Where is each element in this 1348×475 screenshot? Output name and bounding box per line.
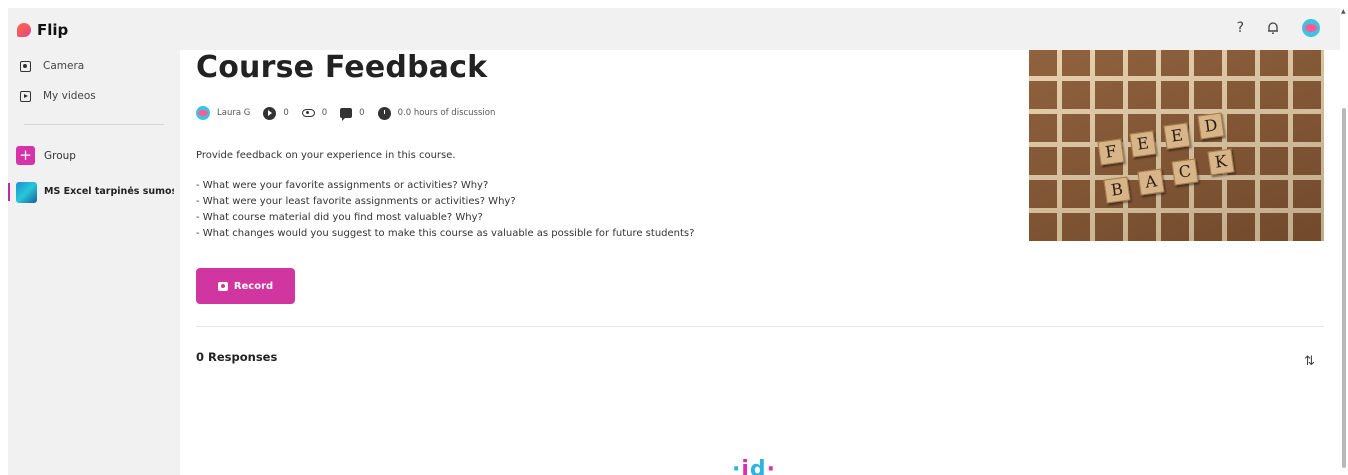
eye-icon (301, 109, 315, 117)
sidebar-divider (24, 124, 164, 125)
comment-icon (340, 108, 353, 121)
sidebar-item-label: My videos (43, 90, 96, 102)
group-thumbnail (16, 182, 37, 203)
sidebar-item-camera[interactable]: Camera (20, 60, 84, 72)
description-spacer (196, 164, 694, 178)
topic-cover-image: F E E D B A C K (1029, 50, 1324, 241)
group-name: MS Excel tarpinės sumos ... (44, 186, 174, 197)
description-line: - What were your favorite assignments or… (196, 180, 489, 191)
empty-state-illustration: ·id· (732, 457, 777, 475)
flip-logo[interactable]: Flip (17, 21, 68, 39)
clock-icon (377, 106, 391, 120)
video-icon (20, 90, 31, 102)
plus-icon: + (16, 146, 35, 165)
sidebar: Camera My videos + Group MS Excel tarpin… (8, 50, 180, 475)
flip-logo-icon (17, 23, 31, 37)
description-line: - What course material did you find most… (196, 212, 483, 223)
author-name: Laura G (217, 108, 251, 118)
letter-tile: B (1103, 176, 1131, 204)
topic-meta: Laura G 0 0 0 0.0 hours of discussion (196, 106, 496, 121)
letter-tile: E (1129, 130, 1157, 158)
letter-tile: C (1171, 158, 1199, 186)
letter-tile: F (1097, 138, 1125, 166)
page-title: Course Feedback (196, 50, 488, 85)
videos-count: 0 (283, 108, 289, 118)
topic-description: Provide feedback on your experience in t… (196, 148, 694, 242)
scroll-thumb[interactable] (1342, 108, 1346, 468)
app-name: Flip (37, 21, 69, 39)
letter-tile: D (1197, 112, 1225, 140)
help-icon[interactable]: ? (1237, 20, 1244, 36)
letter-tile: E (1163, 122, 1191, 150)
comments-count: 0 (359, 108, 365, 118)
description-line: - What were your least favorite assignme… (196, 196, 516, 207)
sort-icon[interactable]: ⇅ (1304, 354, 1315, 369)
views-count: 0 (321, 108, 328, 118)
description-line: - What changes would you suggest to make… (196, 228, 695, 239)
play-icon (263, 106, 277, 120)
camera-record-icon (217, 281, 228, 291)
sidebar-item-label: Camera (43, 60, 85, 72)
camera-icon (20, 60, 31, 72)
letter-tile: A (1137, 168, 1165, 196)
page-scrollbar[interactable]: ▲ (1340, 8, 1348, 475)
sidebar-item-my-videos[interactable]: My videos (20, 90, 96, 102)
record-button[interactable]: Record (196, 268, 295, 304)
record-label: Record (233, 280, 274, 292)
description-line: Provide feedback on your experience in t… (196, 150, 456, 161)
discussion-hours: 0.0 hours of discussion (397, 108, 496, 118)
user-avatar[interactable] (1302, 19, 1320, 37)
author-avatar (196, 106, 210, 120)
sidebar-group-item[interactable]: MS Excel tarpinės sumos ... (8, 180, 180, 204)
section-divider (196, 326, 1324, 327)
add-group-button[interactable]: + Group (16, 146, 76, 165)
top-bar: Flip ? (8, 8, 1340, 50)
letter-tile: K (1207, 148, 1235, 176)
top-actions: ? (1237, 19, 1320, 37)
add-group-label: Group (44, 149, 76, 162)
bell-icon[interactable] (1266, 21, 1280, 35)
topic-main: Course Feedback Laura G 0 0 0 0.0 hours … (180, 50, 1340, 475)
responses-heading: 0 Responses (196, 350, 278, 364)
scroll-up-icon[interactable]: ▲ (1341, 8, 1346, 15)
active-indicator (8, 183, 10, 201)
